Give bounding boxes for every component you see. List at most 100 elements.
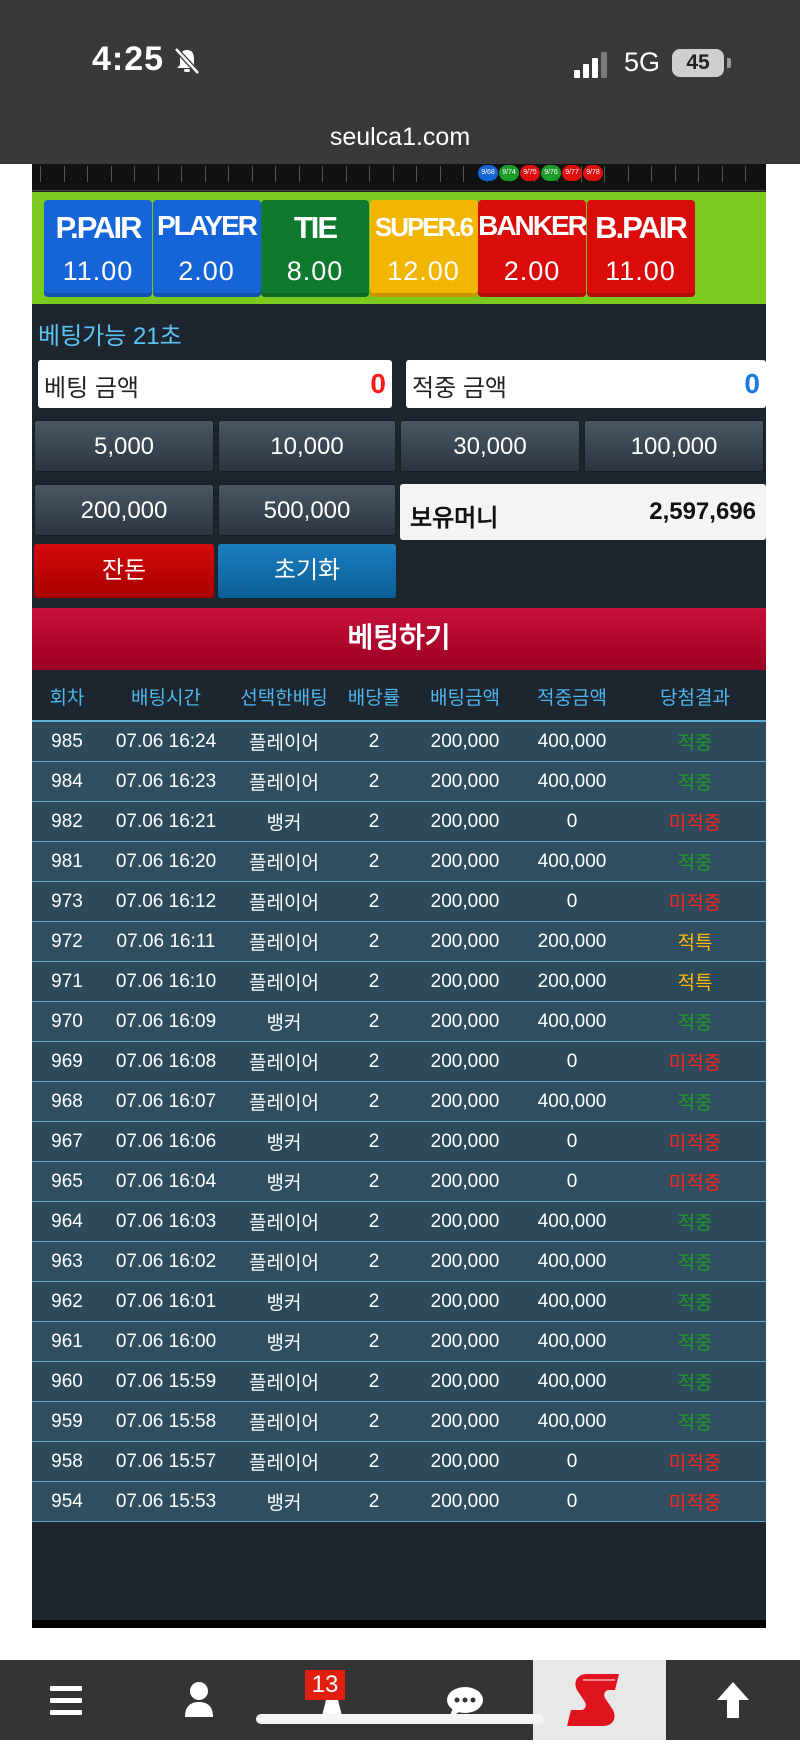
nav-scroll-top[interactable]	[666, 1660, 800, 1740]
signal-icon	[574, 52, 607, 78]
table-cell: 0	[520, 1041, 624, 1082]
table-cell: 200,000	[410, 1081, 520, 1122]
home-indicator[interactable]	[256, 1714, 544, 1724]
table-cell: 2	[338, 921, 410, 962]
table-cell: 플레이어	[230, 1201, 338, 1242]
table-cell: 07.06 16:02	[102, 1241, 230, 1282]
table-cell: 400,000	[520, 1001, 624, 1042]
table-cell: 200,000	[520, 921, 624, 962]
chip-500000-button[interactable]: 500,000	[218, 484, 396, 536]
win-amount-value: 0	[744, 368, 760, 399]
nav-chat[interactable]	[399, 1660, 532, 1740]
table-cell: 뱅커	[230, 1481, 338, 1522]
bet-option-player[interactable]: PLAYER 2.00	[152, 200, 261, 297]
table-cell: 07.06 16:03	[102, 1201, 230, 1242]
roadmap-tick	[251, 166, 253, 182]
table-cell: 200,000	[410, 921, 520, 962]
bet-option-ppair[interactable]: P.PAIR 11.00	[44, 200, 152, 297]
table-row: 985 07.06 16:24 플레이어 2 200,000 400,000 적중	[32, 721, 766, 762]
table-header-cell: 배팅금액	[410, 672, 520, 722]
table-cell: 07.06 15:58	[102, 1401, 230, 1442]
bottom-nav	[0, 1660, 800, 1740]
table-row: 984 07.06 16:23 플레이어 2 200,000 400,000 적중	[32, 761, 766, 802]
battery-icon: 45	[672, 49, 724, 77]
table-header-cell: 선택한배팅	[230, 672, 338, 722]
roadmap-tick	[134, 166, 135, 182]
place-bet-button[interactable]: 베팅하기	[32, 608, 766, 670]
table-row: 982 07.06 16:21 뱅커 2 200,000 0 미적중	[32, 801, 766, 842]
result-cell: 적중	[624, 841, 766, 882]
table-cell: 400,000	[520, 1081, 624, 1122]
table-row: 959 07.06 15:58 플레이어 2 200,000 400,000 적중	[32, 1401, 766, 1442]
chip-100000-button[interactable]: 100,000	[584, 420, 764, 472]
address-bar[interactable]: seulca1.com	[0, 110, 800, 164]
table-cell: 200,000	[410, 1481, 520, 1522]
table-cell: 2	[338, 1201, 410, 1242]
table-cell: 2	[338, 1361, 410, 1402]
table-cell: 플레이어	[230, 1401, 338, 1442]
chip-10000-button[interactable]: 10,000	[218, 420, 396, 472]
roadmap-dot: 9/76	[541, 165, 561, 181]
table-cell: 2	[338, 1121, 410, 1162]
table-header-cell: 회차	[32, 672, 102, 722]
table-cell: 2	[338, 881, 410, 922]
nav-user[interactable]	[133, 1660, 266, 1740]
bet-option-name: TIE	[293, 210, 338, 245]
bet-option-tie[interactable]: TIE 8.00	[261, 200, 369, 297]
result-cell: 적특	[624, 961, 766, 1002]
bet-option-super6[interactable]: SUPER.6 12.00	[369, 200, 478, 297]
nav-menu[interactable]	[0, 1660, 133, 1740]
bet-option-bpair[interactable]: B.PAIR 11.00	[586, 200, 695, 297]
table-cell: 플레이어	[230, 721, 338, 762]
result-cell: 적중	[624, 721, 766, 762]
table-cell: 963	[32, 1241, 102, 1282]
chip-5000-button[interactable]: 5,000	[34, 420, 214, 472]
result-cell: 미적중	[624, 881, 766, 922]
wallet-value: 2,597,696	[649, 498, 756, 525]
change-button[interactable]: 잔돈	[34, 544, 214, 598]
status-time: 4:25	[92, 40, 165, 78]
bet-option-name: B.PAIR	[595, 210, 688, 245]
table-cell: 200,000	[520, 961, 624, 1002]
table-cell: 965	[32, 1161, 102, 1202]
roadmap-tick	[439, 166, 441, 182]
table-cell: 플레이어	[230, 1041, 338, 1082]
roadmap-tick	[698, 166, 699, 182]
table-row: 962 07.06 16:01 뱅커 2 200,000 400,000 적중	[32, 1281, 766, 1322]
bet-amount-value: 0	[370, 368, 386, 399]
table-cell: 07.06 15:59	[102, 1361, 230, 1402]
roadmap-dot: 9/75	[520, 165, 540, 181]
table-cell: 뱅커	[230, 801, 338, 842]
table-cell: 200,000	[410, 1401, 520, 1442]
roadmap-tick	[627, 166, 629, 182]
chip-200000-button[interactable]: 200,000	[34, 484, 214, 536]
table-cell: 200,000	[410, 961, 520, 1002]
table-cell: 플레이어	[230, 841, 338, 882]
table-cell: 2	[338, 1041, 410, 1082]
table-row: 965 07.06 16:04 뱅커 2 200,000 0 미적중	[32, 1161, 766, 1202]
bet-option-banker[interactable]: BANKER 2.00	[478, 200, 588, 297]
roadmap-tick	[674, 166, 676, 182]
table-cell: 플레이어	[230, 1441, 338, 1482]
bet-history-table: 회차 배팅시간 선택한배팅 배당률 배팅금액 적중금액 당첨결과 985 07.06 16:2…	[32, 672, 766, 1522]
table-cell: 0	[520, 1161, 624, 1202]
table-row: 961 07.06 16:00 뱅커 2 200,000 400,000 적중	[32, 1321, 766, 1362]
table-cell: 961	[32, 1321, 102, 1362]
roadmap-tick	[463, 166, 464, 182]
roadmap-tick	[87, 166, 88, 182]
nav-brand-logo[interactable]	[533, 1660, 666, 1740]
result-cell: 적중	[624, 1321, 766, 1362]
table-cell: 뱅커	[230, 1281, 338, 1322]
table-cell: 200,000	[410, 1041, 520, 1082]
roadmap-tick	[298, 166, 300, 182]
table-cell: 200,000	[410, 1121, 520, 1162]
table-cell: 뱅커	[230, 1001, 338, 1042]
table-cell: 뱅커	[230, 1321, 338, 1362]
chip-30000-button[interactable]: 30,000	[400, 420, 580, 472]
table-cell: 200,000	[410, 761, 520, 802]
table-cell: 200,000	[410, 721, 520, 762]
result-cell: 미적중	[624, 1121, 766, 1162]
table-cell: 07.06 16:23	[102, 761, 230, 802]
table-cell: 플레이어	[230, 1361, 338, 1402]
reset-button[interactable]: 초기화	[218, 544, 396, 598]
